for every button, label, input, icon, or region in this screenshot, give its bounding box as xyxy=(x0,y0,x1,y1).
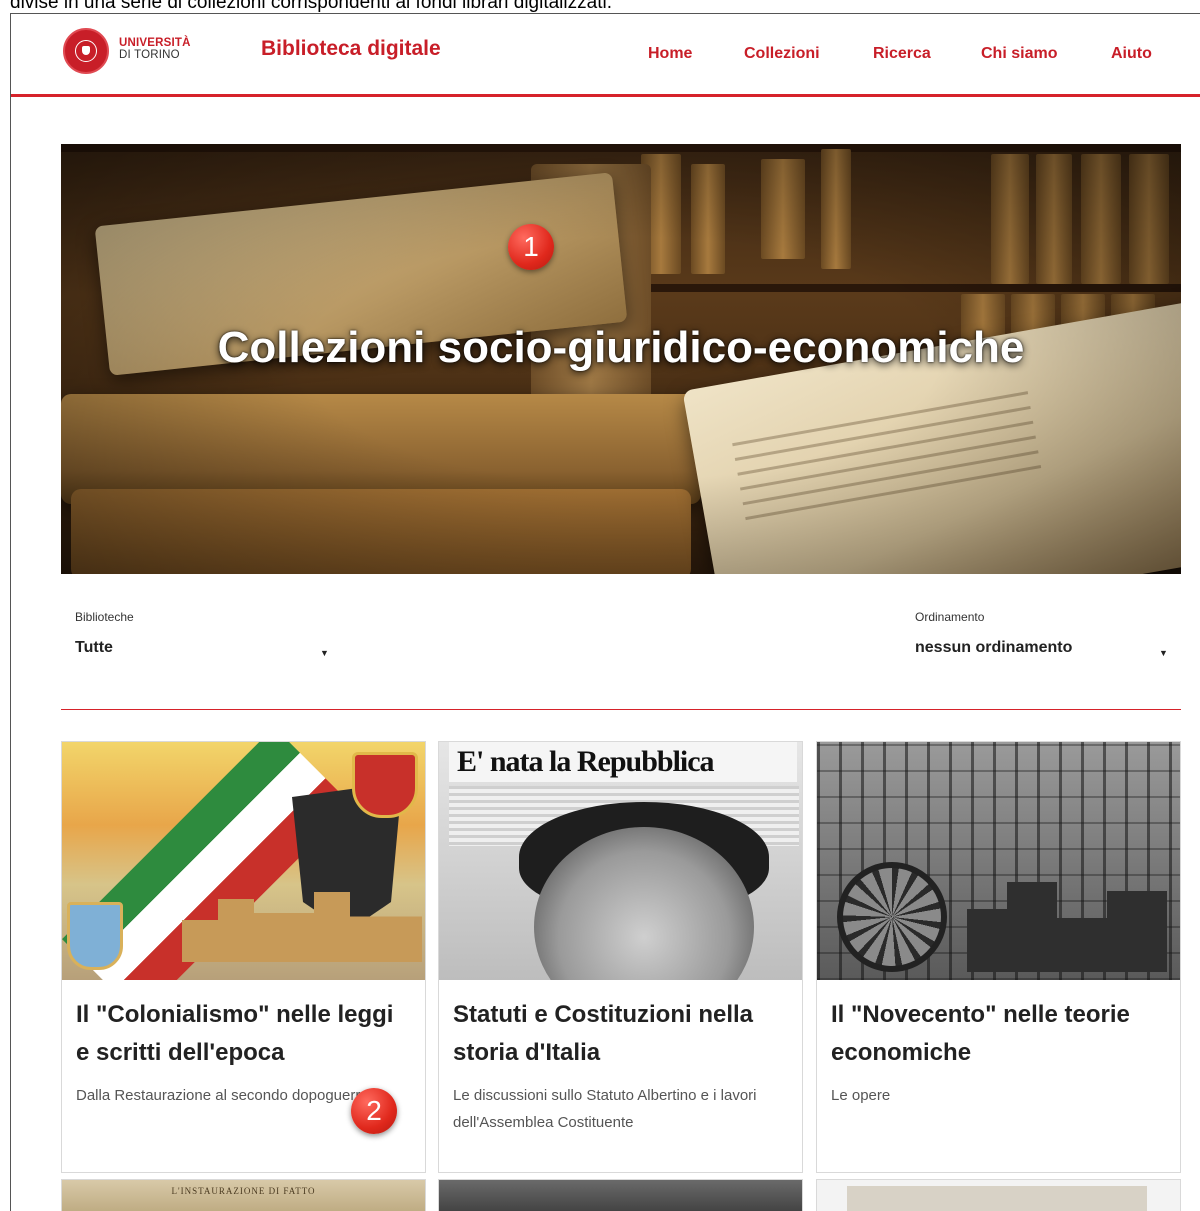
collection-card-title: Il "Novecento" nelle teorie economiche xyxy=(831,1001,1130,1066)
collection-card-subtitle: Le discussioni sullo Statuto Albertino e… xyxy=(453,1087,757,1131)
sort-filter-label: Ordinamento xyxy=(915,610,985,624)
browser-viewport: UNIVERSITÀ DI TORINO Biblioteca digitale… xyxy=(10,13,1200,1211)
collection-card-title: Il "Colonialismo" nelle leggi e scritti … xyxy=(76,1001,394,1066)
library-filter-label: Biblioteche xyxy=(75,610,134,624)
collection-card-peek[interactable]: L'INSTAURAZIONE DI FATTO xyxy=(61,1179,426,1211)
collection-card-subtitle: Le opere xyxy=(831,1087,891,1104)
annotation-badge-1: 1 xyxy=(508,224,554,270)
university-logo[interactable]: UNIVERSITÀ DI TORINO xyxy=(63,28,223,78)
nav-chi-siamo[interactable]: Chi siamo xyxy=(981,44,1057,64)
nav-aiuto[interactable]: Aiuto xyxy=(1111,44,1152,64)
section-divider xyxy=(61,709,1181,710)
sort-filter-select[interactable]: nessun ordinamento xyxy=(915,638,1072,658)
site-header: UNIVERSITÀ DI TORINO Biblioteca digitale… xyxy=(11,14,1200,97)
hero-banner: Collezioni socio-giuridico-economiche xyxy=(61,144,1181,574)
newspaper-headline: E' nata la Repubblica xyxy=(449,742,797,782)
nav-collezioni[interactable]: Collezioni xyxy=(744,44,820,64)
collection-card[interactable]: Il "Novecento" nelle teorie economiche L… xyxy=(816,741,1181,1173)
collection-card-peek[interactable] xyxy=(438,1179,803,1211)
collection-card-peek[interactable] xyxy=(816,1179,1181,1211)
collection-card-image xyxy=(817,742,1180,980)
library-dropdown-caret-icon[interactable]: ▼ xyxy=(320,648,329,658)
nav-home[interactable]: Home xyxy=(648,44,692,64)
peek-image-text: L'INSTAURAZIONE DI FATTO xyxy=(171,1186,316,1196)
sort-dropdown-caret-icon[interactable]: ▼ xyxy=(1159,648,1168,658)
document-caption: divise in una serie di collezioni corris… xyxy=(10,0,612,13)
collection-card[interactable]: E' nata la Repubblica Statuti e Costituz… xyxy=(438,741,803,1173)
library-filter-select[interactable]: Tutte xyxy=(75,638,113,658)
logo-line1: UNIVERSITÀ xyxy=(119,37,191,49)
collection-card-image: E' nata la Repubblica xyxy=(439,742,802,980)
site-title[interactable]: Biblioteca digitale xyxy=(261,36,441,62)
logo-line2: DI TORINO xyxy=(119,49,180,61)
university-seal-icon xyxy=(63,28,109,74)
collection-card-title: Statuti e Costituzioni nella storia d'It… xyxy=(453,1001,754,1066)
annotation-badge-2: 2 xyxy=(351,1088,397,1134)
collection-card-image xyxy=(62,742,425,980)
nav-ricerca[interactable]: Ricerca xyxy=(873,44,931,64)
hero-title: Collezioni socio-giuridico-economiche xyxy=(217,323,1025,372)
